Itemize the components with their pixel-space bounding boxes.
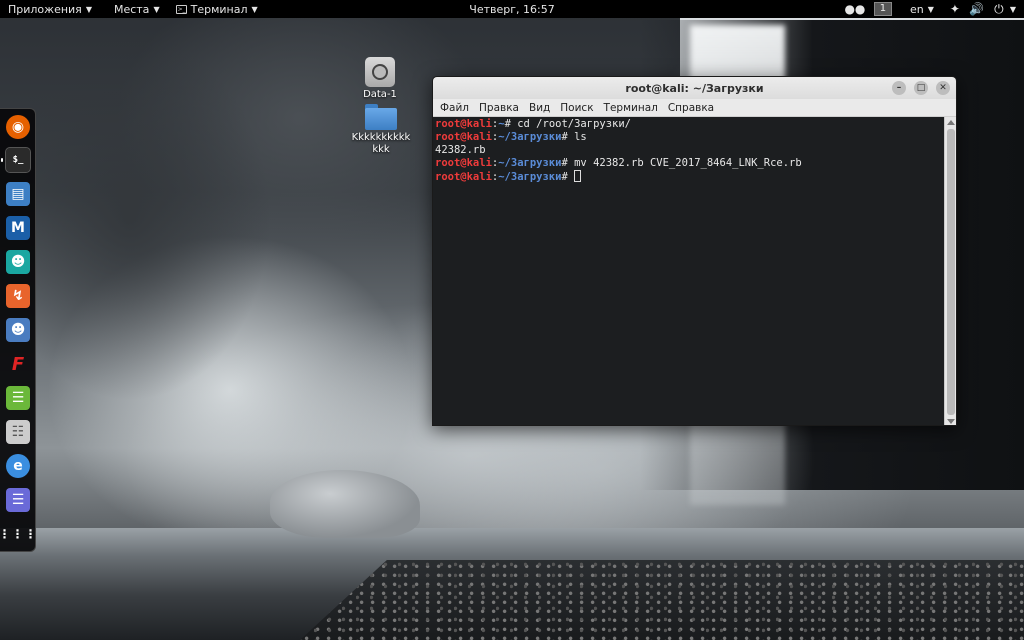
terminal-menubar: Файл Правка Вид Поиск Терминал Справка xyxy=(433,99,956,117)
running-indicator xyxy=(1,158,3,162)
desktop-icon-disk[interactable]: Data-1 xyxy=(350,57,410,100)
workspace-number: 1 xyxy=(873,2,892,16)
active-app-label: Терминал xyxy=(190,2,248,16)
menu-edit[interactable]: Правка xyxy=(474,102,524,114)
active-app-menu[interactable]: >_ Терминал ▼ xyxy=(168,0,266,18)
firefox-icon[interactable]: ◉ xyxy=(6,115,30,139)
power-icon[interactable]: ⏻ xyxy=(988,0,1010,18)
files-icon[interactable]: ▤ xyxy=(6,182,30,206)
places-menu-label: Места xyxy=(113,2,150,16)
terminal-icon: >_ xyxy=(175,4,187,14)
terminal-line: root@kali:~/Загрузки# xyxy=(435,170,944,184)
scrollbar-thumb[interactable] xyxy=(947,129,955,415)
keyboard-layout-label: en xyxy=(909,2,924,16)
chevron-down-icon: ▼ xyxy=(251,4,258,14)
window-controls: – □ ✕ xyxy=(892,81,950,95)
chevron-down-icon[interactable]: ▼ xyxy=(1010,5,1018,14)
zenmap-icon[interactable]: e xyxy=(6,454,30,478)
scroll-up-icon[interactable] xyxy=(947,120,955,125)
places-menu[interactable]: Места ▼ xyxy=(100,0,168,18)
terminal-scrollbar[interactable] xyxy=(944,117,956,425)
menu-file[interactable]: Файл xyxy=(435,102,474,114)
status-area: ●● 1 en ▼ ✦ 🔊 ⏻ ▼ xyxy=(844,0,1018,18)
people-icon[interactable]: ●● xyxy=(844,0,866,18)
chevron-down-icon: ▼ xyxy=(927,4,934,14)
clock[interactable]: Четверг, 16:57 xyxy=(450,3,574,16)
workspace-indicator[interactable]: 1 xyxy=(866,0,900,18)
close-icon[interactable]: ✕ xyxy=(936,81,950,95)
desktop-icon-label: Data-1 xyxy=(363,89,397,100)
desktop-icon-folder[interactable]: Kkkkkkkkkkkkk xyxy=(350,104,412,156)
menu-help[interactable]: Справка xyxy=(663,102,719,114)
network-icon[interactable]: ✦ xyxy=(944,0,966,18)
terminal-line: root@kali:~/Загрузки# mv 42382.rb CVE_20… xyxy=(435,157,802,169)
terminal-output[interactable]: root@kali:~# cd /root/Загрузки/ root@kal… xyxy=(433,117,946,425)
dash-dock: ◉ $_ ▤ M ☻ ↯ ☻ F ☰ ☷ e ☰ ⋮⋮⋮ xyxy=(0,108,37,552)
harddisk-icon xyxy=(365,57,395,87)
burpsuite-icon[interactable]: ↯ xyxy=(6,284,30,308)
top-panel: Приложения ▼ Места ▼ >_ Терминал ▼ Четве… xyxy=(0,0,1024,18)
desktop-icon-label: Kkkkkkkkkkkkk xyxy=(351,132,411,155)
terminal-line: 42382.rb xyxy=(435,144,486,156)
beef-icon[interactable]: ☻ xyxy=(6,318,30,342)
wallpaper-pebbles xyxy=(300,560,1024,640)
keyboard-layout[interactable]: en ▼ xyxy=(900,0,944,18)
text-cursor xyxy=(574,170,582,182)
terminal-line: root@kali:~/Загрузки# ls xyxy=(435,131,587,143)
window-titlebar[interactable]: root@kali: ~/Загрузки – □ ✕ xyxy=(433,77,956,99)
terminal-icon[interactable]: $_ xyxy=(5,147,31,173)
applications-menu[interactable]: Приложения ▼ xyxy=(0,0,100,18)
menu-search[interactable]: Поиск xyxy=(555,102,598,114)
menu-view[interactable]: Вид xyxy=(524,102,555,114)
volume-icon[interactable]: 🔊 xyxy=(966,0,988,18)
window-title: root@kali: ~/Загрузки xyxy=(625,81,764,95)
show-apps-grid-icon[interactable]: ⋮⋮⋮ xyxy=(0,522,37,546)
scroll-down-icon[interactable] xyxy=(947,419,955,424)
cherrytree-icon[interactable]: ☷ xyxy=(6,420,30,444)
maximize-icon[interactable]: □ xyxy=(914,81,928,95)
folder-icon xyxy=(365,104,397,130)
terminal-window: root@kali: ~/Загрузки – □ ✕ Файл Правка … xyxy=(432,76,957,426)
chevron-down-icon: ▼ xyxy=(153,4,160,14)
menu-terminal[interactable]: Терминал xyxy=(599,102,663,114)
wallpaper-rock xyxy=(270,470,420,538)
leafpad-icon[interactable]: ☰ xyxy=(6,386,30,410)
armitage-icon[interactable]: ☻ xyxy=(6,250,30,274)
applications-menu-label: Приложения xyxy=(8,2,82,16)
metasploit-icon[interactable]: M xyxy=(6,216,30,240)
minimize-icon[interactable]: – xyxy=(892,81,906,95)
chevron-down-icon: ▼ xyxy=(85,4,92,14)
terminal-line: root@kali:~# cd /root/Загрузки/ xyxy=(435,118,632,130)
notes-icon[interactable]: ☰ xyxy=(6,488,30,512)
faraday-icon[interactable]: F xyxy=(6,352,30,376)
